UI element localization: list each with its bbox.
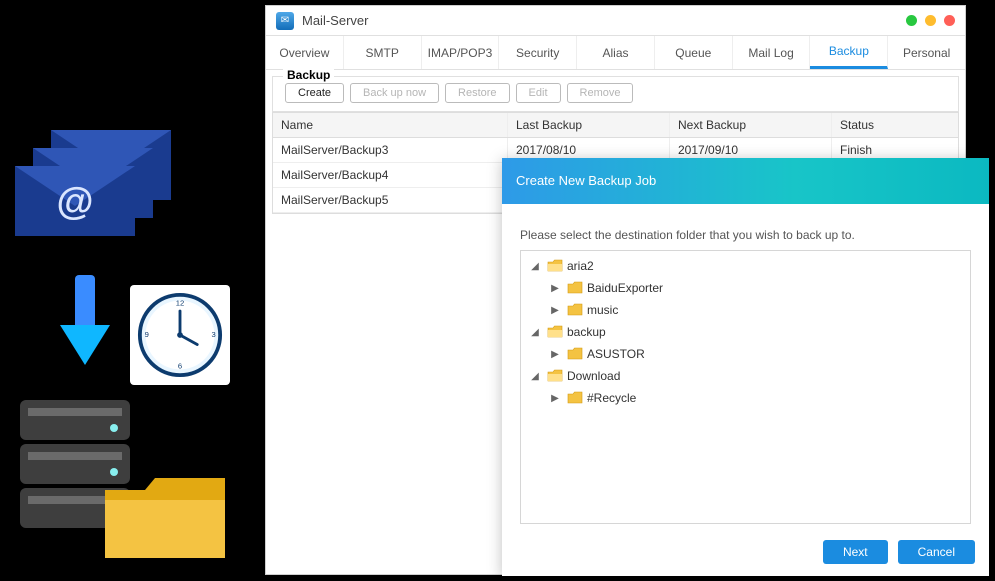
tab-imap-pop3[interactable]: IMAP/POP3 <box>422 36 500 69</box>
down-arrow-icon <box>55 275 115 365</box>
tree-node-backup[interactable]: ◢ backup <box>521 321 970 343</box>
tree-node-aria2[interactable]: ◢ aria2 <box>521 255 970 277</box>
collapse-icon[interactable]: ◢ <box>527 327 543 338</box>
cancel-button[interactable]: Cancel <box>898 540 975 564</box>
clock-illustration: 12 3 6 9 <box>130 285 230 385</box>
folder-illustration <box>100 470 230 570</box>
table-header: Name Last Backup Next Backup Status <box>273 113 958 138</box>
dialog-footer: Next Cancel <box>502 532 989 576</box>
next-button[interactable]: Next <box>823 540 888 564</box>
create-button[interactable]: Create <box>285 83 344 103</box>
expand-icon[interactable]: ▶ <box>547 349 563 360</box>
tree-node-label: BaiduExporter <box>587 281 663 295</box>
close-button[interactable] <box>944 15 955 26</box>
tree-node-label: Download <box>567 369 620 383</box>
backup-now-button[interactable]: Back up now <box>350 83 439 103</box>
tree-node-asustor[interactable]: ▶ ASUSTOR <box>521 343 970 365</box>
tab-queue[interactable]: Queue <box>655 36 733 69</box>
svg-text:9: 9 <box>145 330 149 339</box>
svg-text:3: 3 <box>212 330 216 339</box>
dialog-title: Create New Backup Job <box>502 158 989 204</box>
tree-node--recycle[interactable]: ▶ #Recycle <box>521 387 970 409</box>
col-name[interactable]: Name <box>273 113 508 137</box>
tab-backup[interactable]: Backup <box>810 36 888 69</box>
col-status[interactable]: Status <box>832 113 958 137</box>
tab-bar: OverviewSMTPIMAP/POP3SecurityAliasQueueM… <box>266 36 965 70</box>
cell-name: MailServer/Backup4 <box>273 163 508 187</box>
tree-node-music[interactable]: ▶ music <box>521 299 970 321</box>
mail-server-app-icon: ✉ <box>276 12 294 30</box>
folder-tree[interactable]: ◢ aria2 ▶ BaiduExporter ▶ music ◢ backup ▶ ASUSTO… <box>520 250 971 524</box>
tab-personal[interactable]: Personal <box>888 36 965 69</box>
collapse-icon[interactable]: ◢ <box>527 371 543 382</box>
expand-icon[interactable]: ▶ <box>547 393 563 404</box>
toolbar: Create Back up now Restore Edit Remove <box>285 81 946 109</box>
tree-node-label: backup <box>567 325 606 339</box>
tree-node-label: ASUSTOR <box>587 347 645 361</box>
tab-smtp[interactable]: SMTP <box>344 36 422 69</box>
edit-button[interactable]: Edit <box>516 83 561 103</box>
window-controls <box>906 15 955 26</box>
svg-text:12: 12 <box>176 298 184 307</box>
tab-alias[interactable]: Alias <box>577 36 655 69</box>
restore-button[interactable]: Restore <box>445 83 510 103</box>
dialog-prompt: Please select the destination folder tha… <box>520 228 971 242</box>
titlebar: ✉ Mail-Server <box>266 6 965 36</box>
expand-icon[interactable]: ▶ <box>547 283 563 294</box>
remove-button[interactable]: Remove <box>567 83 634 103</box>
tab-overview[interactable]: Overview <box>266 36 344 69</box>
mail-envelopes-illustration: @ <box>15 120 195 250</box>
create-backup-dialog: Create New Backup Job Please select the … <box>502 158 989 576</box>
maximize-button[interactable] <box>925 15 936 26</box>
col-next-backup[interactable]: Next Backup <box>670 113 832 137</box>
expand-icon[interactable]: ▶ <box>547 305 563 316</box>
backup-section: Backup Create Back up now Restore Edit R… <box>272 76 959 112</box>
tree-node-label: aria2 <box>567 259 594 273</box>
tree-node-label: music <box>587 303 618 317</box>
cell-name: MailServer/Backup3 <box>273 138 508 162</box>
window-title: Mail-Server <box>302 13 368 28</box>
tree-node-baiduexporter[interactable]: ▶ BaiduExporter <box>521 277 970 299</box>
tree-node-download[interactable]: ◢ Download <box>521 365 970 387</box>
col-last-backup[interactable]: Last Backup <box>508 113 670 137</box>
section-legend: Backup <box>283 68 334 82</box>
svg-text:@: @ <box>56 181 93 223</box>
svg-text:6: 6 <box>178 361 182 370</box>
tab-security[interactable]: Security <box>499 36 577 69</box>
tree-node-label: #Recycle <box>587 391 636 405</box>
dialog-body: Please select the destination folder tha… <box>502 204 989 532</box>
collapse-icon[interactable]: ◢ <box>527 261 543 272</box>
tab-mail-log[interactable]: Mail Log <box>733 36 811 69</box>
cell-name: MailServer/Backup5 <box>273 188 508 212</box>
minimize-button[interactable] <box>906 15 917 26</box>
